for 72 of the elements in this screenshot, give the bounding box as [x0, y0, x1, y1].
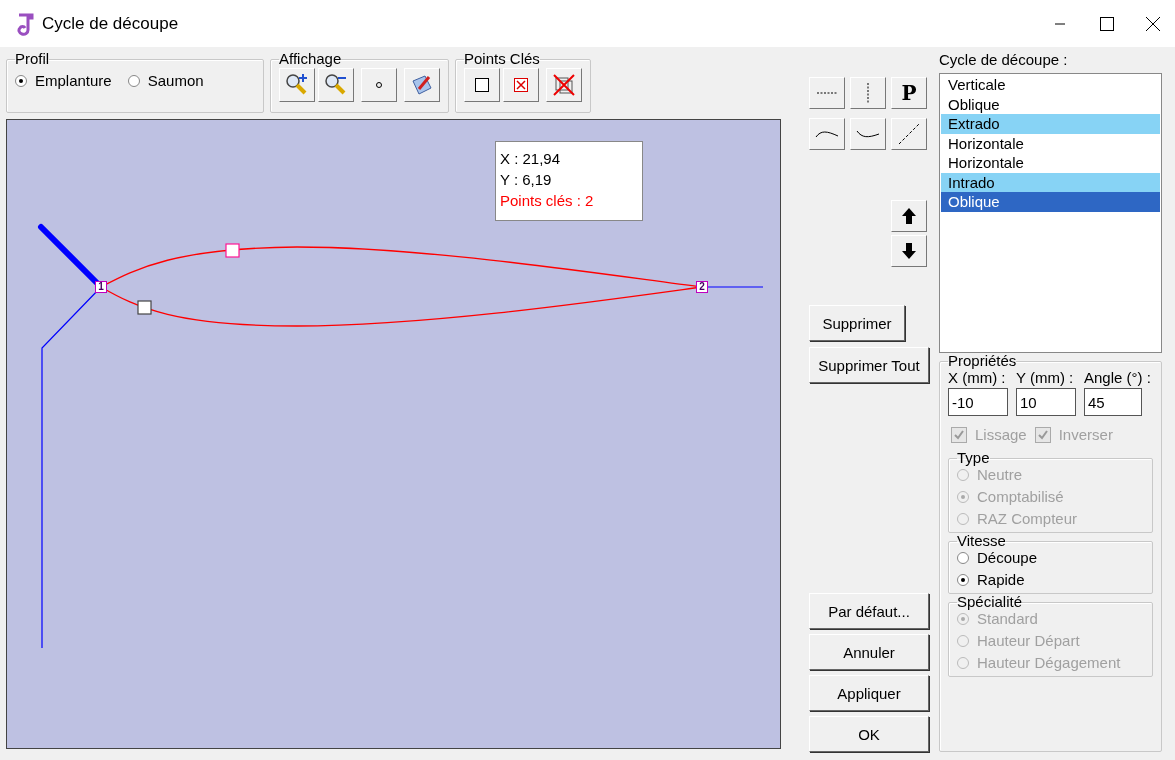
up-arrow-icon: [901, 207, 917, 225]
dot-icon: [375, 81, 383, 89]
p-button[interactable]: P: [891, 77, 927, 109]
group-label: Propriétés: [948, 353, 1017, 369]
list-item[interactable]: Intrado: [941, 172, 1160, 192]
control-point[interactable]: [137, 300, 152, 315]
group-label: Affichage: [279, 51, 342, 67]
window-title: Cycle de découpe: [42, 13, 180, 34]
point-button[interactable]: [361, 68, 397, 102]
group-label: Spécialité: [957, 594, 1023, 610]
lower-curve-button[interactable]: [850, 118, 886, 150]
key-point-marker[interactable]: 2: [696, 281, 708, 293]
group-label: Type: [957, 450, 990, 466]
list-item[interactable]: Oblique: [941, 192, 1160, 212]
field-label: Angle (°) :: [1084, 369, 1151, 386]
cycle-list[interactable]: Verticale Oblique Extrado Horizontale Horizontale Intrado Oblique: [939, 73, 1162, 353]
group-label: Vitesse: [957, 533, 1006, 549]
option-label[interactable]: Emplanture: [35, 72, 112, 90]
horizontal-line-button[interactable]: [809, 77, 845, 109]
radio-button[interactable]: [957, 574, 969, 586]
dialog-button[interactable]: Annuler: [809, 634, 929, 670]
vertical-line-button[interactable]: [850, 77, 886, 109]
oblique-line-button[interactable]: [891, 118, 927, 150]
group-label: Profil: [15, 51, 50, 67]
option-label[interactable]: Découpe: [977, 549, 1038, 567]
list-item[interactable]: Verticale: [941, 75, 1160, 95]
list-item[interactable]: Horizontale: [941, 133, 1160, 153]
field-label: X (mm) :: [948, 369, 1007, 386]
delete-all-points-button[interactable]: [546, 68, 582, 102]
field-label: Y (mm) :: [1016, 369, 1075, 386]
drawing-canvas[interactable]: 1 2 X : 21,94 Y : 6,19 Points clés : 2: [6, 119, 781, 749]
down-arrow-icon: [901, 242, 917, 260]
input-field[interactable]: 10: [1016, 388, 1076, 416]
paint-button[interactable]: [404, 68, 440, 102]
square-icon: [474, 77, 490, 93]
action-button[interactable]: Supprimer Tout: [809, 347, 929, 383]
input-field[interactable]: 45: [1084, 388, 1142, 416]
delete-point-button[interactable]: [503, 68, 539, 102]
option-label[interactable]: Rapide: [977, 571, 1025, 589]
zoom-in-button[interactable]: [279, 68, 315, 102]
list-item[interactable]: Extrado: [941, 114, 1160, 134]
list-item[interactable]: Oblique: [941, 94, 1160, 114]
group-label: Points Clés: [464, 51, 540, 67]
key-point-marker[interactable]: 1: [95, 281, 107, 293]
dialog-button[interactable]: OK: [809, 716, 929, 752]
zoom-out-button[interactable]: [318, 68, 354, 102]
radio-button[interactable]: [15, 75, 27, 87]
key-points-count: Points clés : 2: [500, 191, 595, 211]
input-field[interactable]: -10: [948, 388, 1008, 416]
paint-icon: [410, 73, 434, 97]
crossed-squares-icon: [551, 72, 577, 98]
square-button[interactable]: [464, 68, 500, 102]
action-button[interactable]: Supprimer: [809, 305, 905, 341]
dashed-diagonal-icon: [898, 123, 920, 145]
crossed-square-icon: [513, 77, 529, 93]
radio-button[interactable]: [127, 75, 140, 87]
dashed-horizontal-icon: [816, 91, 838, 95]
dialog-button[interactable]: Appliquer: [809, 675, 929, 711]
move-up-button[interactable]: [891, 200, 927, 232]
move-down-button[interactable]: [891, 235, 927, 267]
dialog-button[interactable]: Par défaut...: [809, 593, 929, 629]
sag-curve-icon: [856, 129, 880, 139]
upper-curve-button[interactable]: [809, 118, 845, 150]
y-coordinate: Y : 6,19: [500, 170, 553, 190]
radio-button[interactable]: [957, 552, 969, 564]
list-item[interactable]: Horizontale: [941, 153, 1160, 173]
control-point[interactable]: [225, 243, 240, 258]
list-label: Cycle de découpe :: [939, 51, 1069, 70]
dashed-vertical-icon: [866, 82, 870, 104]
x-coordinate: X : 21,94: [500, 149, 562, 169]
arc-icon: [815, 129, 839, 139]
option-label[interactable]: Saumon: [147, 72, 204, 90]
